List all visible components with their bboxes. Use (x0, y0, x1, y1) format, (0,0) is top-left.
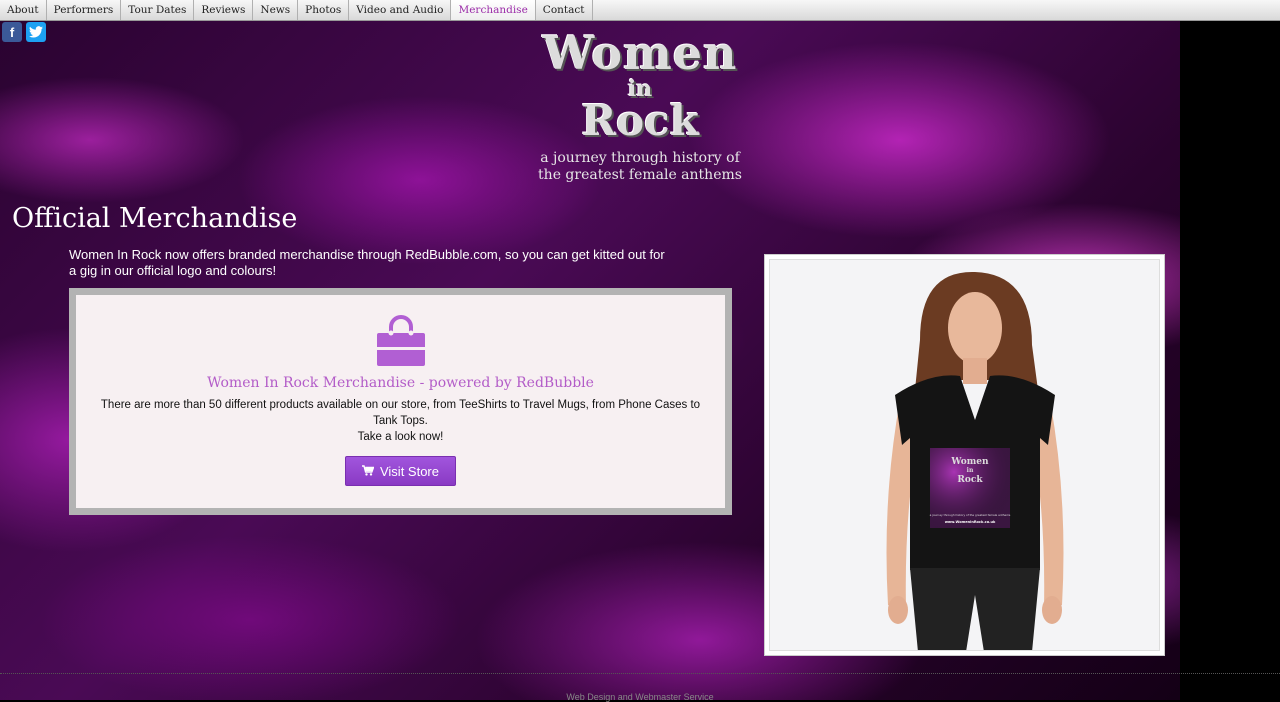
nav-performers[interactable]: Performers (47, 0, 122, 20)
shirt-print-url: www.WomeninRock.co.uk (945, 520, 996, 524)
logo-tagline: a journey through history of the greates… (530, 150, 750, 184)
twitter-icon[interactable] (26, 22, 46, 42)
store-description-line-2: Take a look now! (357, 431, 444, 443)
nav-video-and-audio[interactable]: Video and Audio (349, 0, 452, 20)
footer-credit[interactable]: Web Design and Webmaster Service (0, 692, 1280, 702)
nav-contact[interactable]: Contact (536, 0, 593, 20)
intro-text: Women In Rock now offers branded merchan… (69, 247, 665, 278)
store-description: There are more than 50 different product… (101, 397, 701, 445)
nav-merchandise[interactable]: Merchandise (451, 0, 536, 20)
shirt-print-word-women: Women (950, 457, 989, 467)
model-tshirt-image: Women in Rock a journey through history … (769, 259, 1160, 651)
shopping-bag-icon (374, 313, 428, 367)
logo-tagline-line-2: the greatest female anthems (538, 167, 742, 183)
nav-photos[interactable]: Photos (298, 0, 350, 20)
logo-word-rock: Rock (581, 96, 699, 145)
facebook-icon[interactable]: f (2, 22, 22, 42)
nav-news[interactable]: News (253, 0, 299, 20)
shirt-print-word-rock: Rock (957, 475, 983, 485)
store-title: Women In Rock Merchandise - powered by R… (207, 375, 594, 391)
store-panel-inner: Women In Rock Merchandise - powered by R… (76, 295, 725, 508)
logo-tagline-line-1: a journey through history of (540, 150, 740, 166)
store-panel: Women In Rock Merchandise - powered by R… (69, 288, 732, 515)
background-side-strip (1180, 20, 1280, 700)
nav-about[interactable]: About (0, 0, 47, 20)
shirt-print-tagline: a journey through history of the greates… (930, 513, 1011, 517)
site-logo[interactable]: Women in Rock a journey through history … (530, 30, 750, 184)
page-title: Official Merchandise (12, 203, 298, 234)
top-navigation: About Performers Tour Dates Reviews News… (0, 0, 1280, 21)
visit-store-button[interactable]: Visit Store (344, 456, 456, 486)
nav-tour-dates[interactable]: Tour Dates (121, 0, 195, 20)
shirt-print-word-in: in (967, 467, 974, 474)
footer-divider (0, 673, 1280, 674)
store-description-line-1: There are more than 50 different product… (100, 399, 701, 427)
product-image-card[interactable]: Women in Rock a journey through history … (764, 254, 1165, 656)
logo-word-women: Women (542, 26, 738, 80)
nav-reviews[interactable]: Reviews (194, 0, 254, 20)
social-links: f (2, 22, 46, 42)
cart-icon (361, 464, 375, 479)
visit-store-label: Visit Store (379, 463, 439, 479)
